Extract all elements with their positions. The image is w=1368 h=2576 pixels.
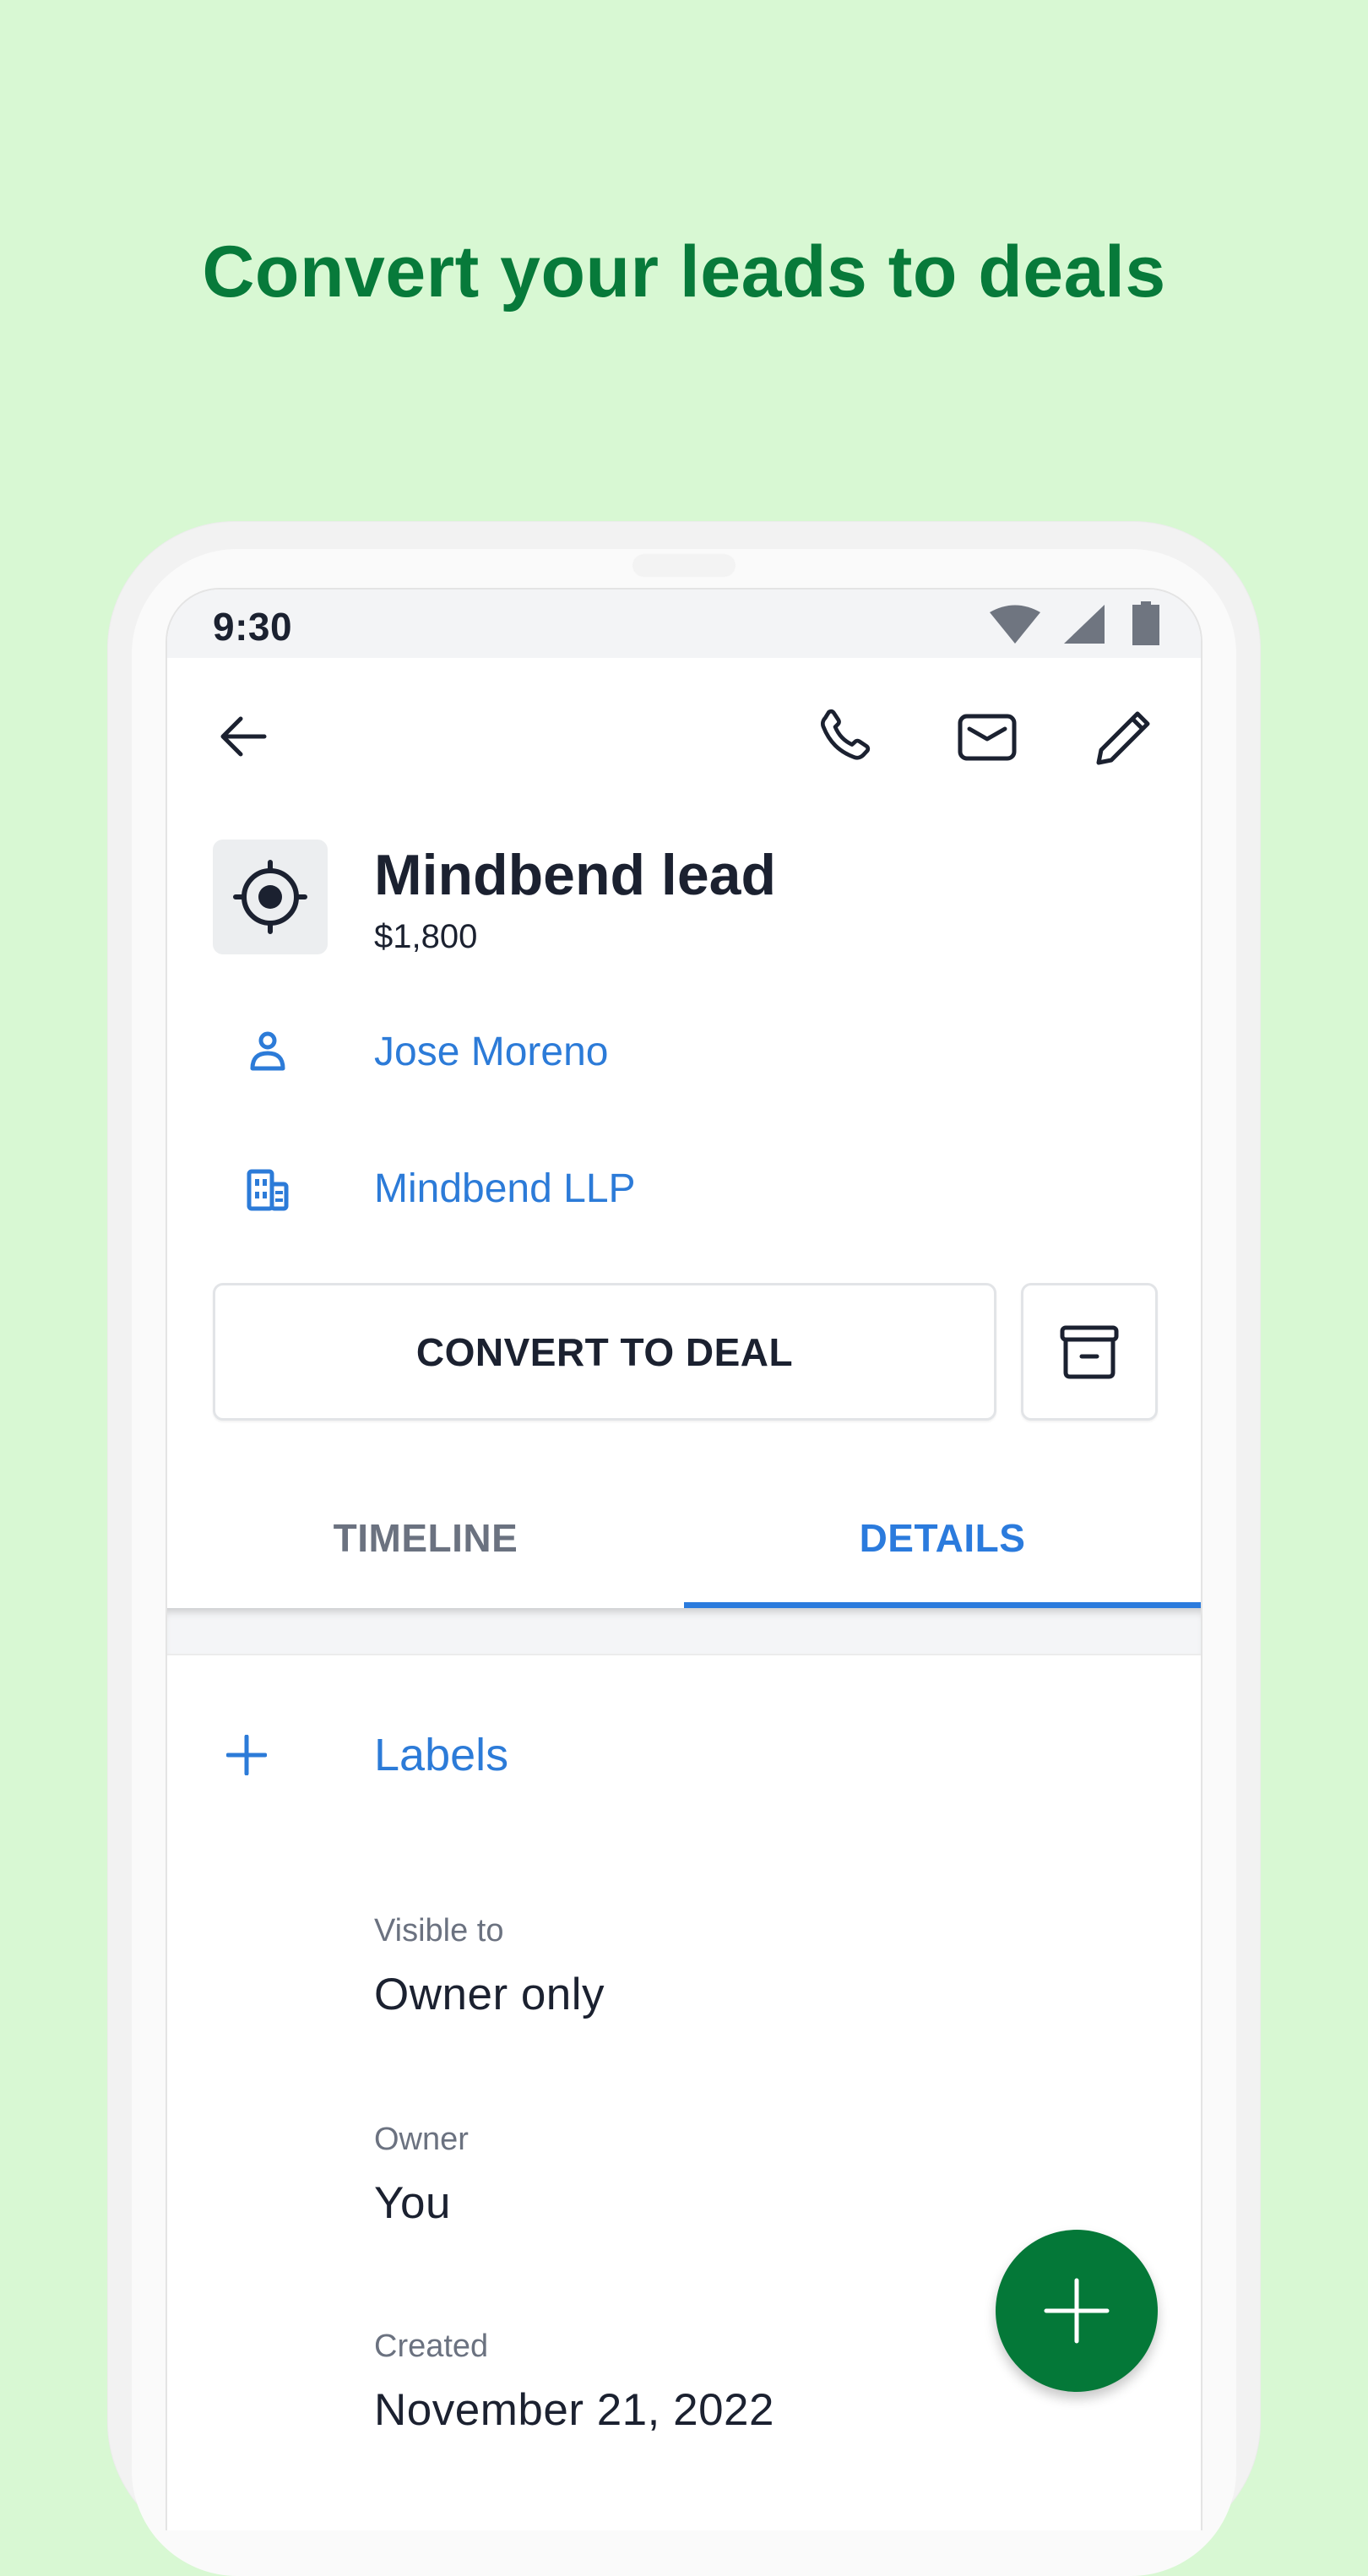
- field-visible-to[interactable]: Visible to Owner only: [374, 1912, 605, 2022]
- contact-name[interactable]: Jose Moreno: [374, 1029, 608, 1076]
- archive-button[interactable]: [1021, 1283, 1158, 1421]
- lead-amount: $1,800: [374, 918, 478, 955]
- field-value: You: [374, 2178, 451, 2228]
- contact-link[interactable]: Jose Moreno: [167, 1014, 1201, 1090]
- organization-name[interactable]: Mindbend LLP: [374, 1166, 636, 1213]
- tab-bar: TIMELINE DETAILS: [167, 1468, 1201, 1608]
- tab-indicator: [684, 1602, 1201, 1608]
- back-button[interactable]: [209, 703, 277, 770]
- labels-label: Labels: [374, 1730, 509, 1780]
- tab-details[interactable]: DETAILS: [684, 1468, 1201, 1608]
- call-button[interactable]: [809, 699, 885, 775]
- promo-headline: Convert your leads to deals: [202, 231, 1166, 312]
- edit-button[interactable]: [1086, 699, 1162, 775]
- mail-icon: [958, 714, 1017, 761]
- phone-speaker: [633, 555, 735, 576]
- field-value: November 21, 2022: [374, 2385, 775, 2435]
- lead-avatar: [213, 840, 328, 954]
- person-icon: [250, 1031, 285, 1071]
- add-fab-button[interactable]: [996, 2230, 1158, 2392]
- phone-icon: [821, 709, 871, 760]
- plus-icon: [1044, 2278, 1110, 2344]
- field-label: Visible to: [374, 1913, 504, 1948]
- plus-icon: [226, 1735, 267, 1775]
- field-label: Owner: [374, 2122, 469, 2157]
- arrow-left-icon: [220, 716, 267, 757]
- archive-icon: [1060, 1325, 1119, 1378]
- wifi-icon: [990, 605, 1040, 644]
- add-labels-button[interactable]: Labels: [167, 1721, 1201, 1789]
- status-time: 9:30: [213, 605, 293, 649]
- battery-icon: [1132, 601, 1159, 645]
- field-label: Created: [374, 2329, 489, 2364]
- convert-to-deal-button[interactable]: CONVERT TO DEAL: [213, 1283, 996, 1421]
- tab-timeline[interactable]: TIMELINE: [167, 1468, 684, 1608]
- status-bar: 9:30: [167, 590, 1201, 658]
- field-owner[interactable]: Owner You: [374, 2121, 469, 2231]
- section-divider: [167, 1608, 1201, 1655]
- target-icon: [233, 860, 307, 934]
- pencil-icon: [1096, 711, 1150, 765]
- signal-icon: [1064, 605, 1105, 644]
- email-button[interactable]: [949, 699, 1025, 775]
- field-created: Created November 21, 2022: [374, 2328, 774, 2437]
- lead-title: Mindbend lead: [374, 843, 776, 907]
- building-icon: [247, 1169, 289, 1211]
- field-value: Owner only: [374, 1970, 605, 2019]
- organization-link[interactable]: Mindbend LLP: [167, 1150, 1201, 1226]
